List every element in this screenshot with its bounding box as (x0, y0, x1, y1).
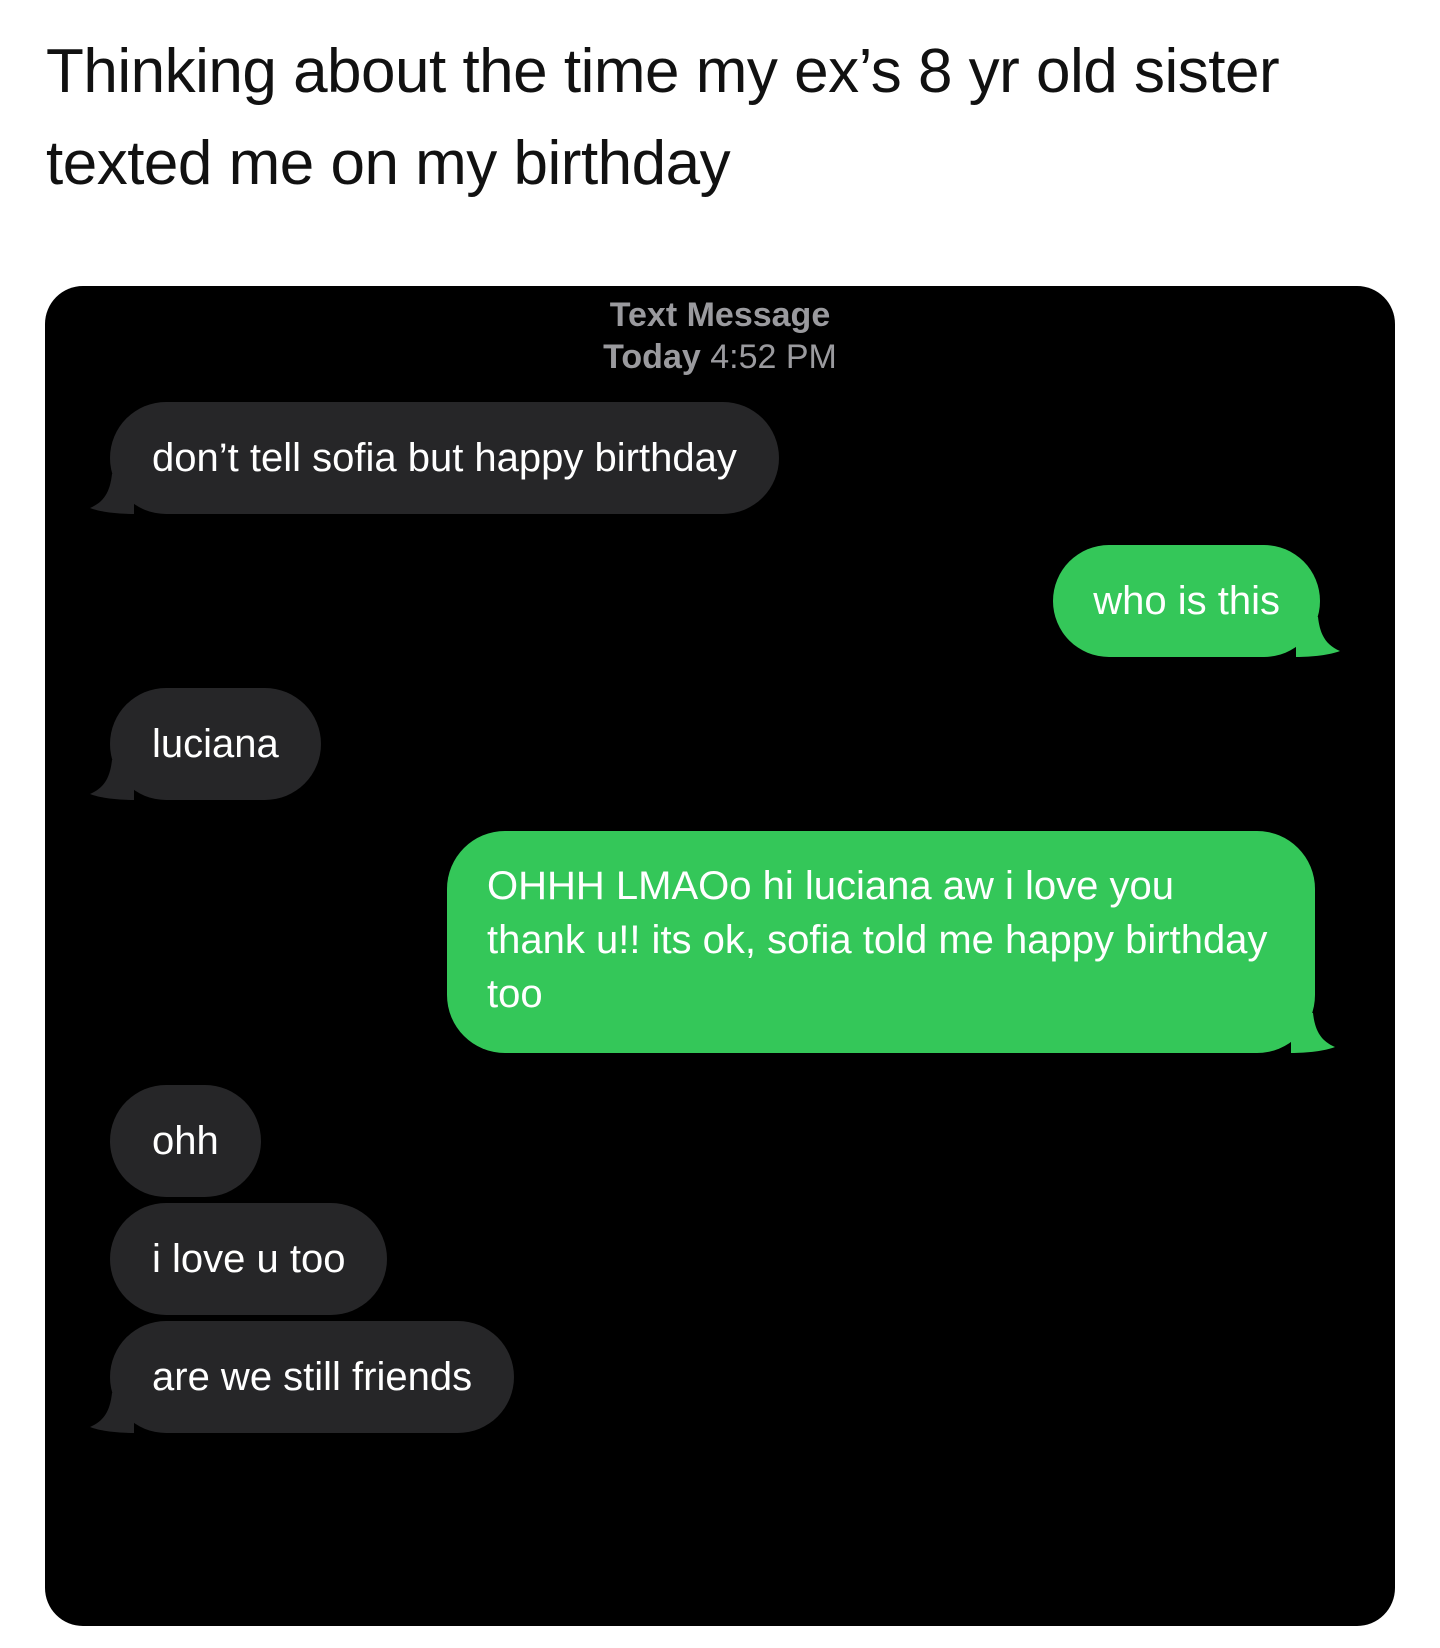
message-text: ohh (152, 1119, 219, 1163)
message-thread-screen: Text Message Today 4:52 PM don’t tell so… (45, 286, 1395, 1626)
timestamp-day: Today (603, 338, 701, 376)
message-text: don’t tell sofia but happy birthday (152, 436, 737, 480)
bubble-tail-icon (90, 474, 134, 514)
sent-message-bubble[interactable]: OHHH LMAOo hi luciana aw i love you than… (447, 831, 1335, 1053)
sent-message-bubble[interactable]: who is this (1053, 545, 1340, 657)
received-message-bubble[interactable]: i love u too (110, 1203, 388, 1315)
received-message-bubble[interactable]: luciana (90, 688, 321, 800)
message-text: i love u too (152, 1237, 346, 1281)
timestamp: Today 4:52 PM (45, 336, 1395, 378)
message-text: are we still friends (152, 1355, 473, 1399)
bubble-tail-icon (1296, 617, 1340, 657)
bubble-tail-icon (90, 760, 134, 800)
message-text: who is this (1093, 579, 1280, 623)
bubble-tail-icon (1291, 1013, 1335, 1053)
message-text: luciana (152, 722, 279, 766)
thread-header: Text Message Today 4:52 PM (45, 294, 1395, 378)
service-label: Text Message (609, 296, 831, 334)
received-message-bubble[interactable]: ohh (110, 1085, 261, 1197)
received-message-bubble[interactable]: are we still friends (90, 1321, 515, 1433)
received-message-bubble[interactable]: don’t tell sofia but happy birthday (90, 402, 779, 514)
post-caption: Thinking about the time my ex’s 8 yr old… (46, 37, 1280, 198)
bubble-tail-icon (90, 1393, 134, 1433)
timestamp-time: 4:52 PM (710, 338, 837, 376)
message-text: OHHH LMAOo hi luciana aw i love you than… (487, 864, 1268, 1016)
